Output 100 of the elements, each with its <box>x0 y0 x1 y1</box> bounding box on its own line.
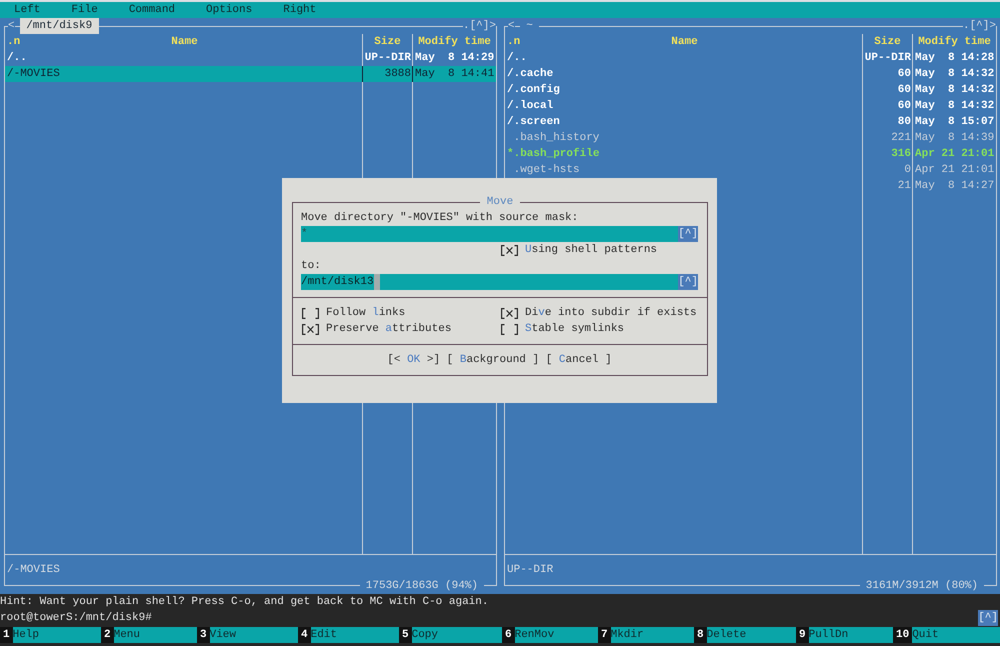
column-header[interactable]: Name <box>671 34 698 50</box>
sort-indicator[interactable]: .n <box>7 34 172 50</box>
key-number: 6 <box>502 627 515 643</box>
file-size: 0 <box>903 163 912 178</box>
file-row[interactable]: .wget-hsts 0 Apr 21 21:01 <box>505 162 996 178</box>
file-time: May 8 14:28 <box>914 51 996 66</box>
file-time: May 8 14:32 <box>914 67 996 82</box>
key-number: 9 <box>796 627 809 643</box>
history-button[interactable]: [^] <box>678 226 698 242</box>
file-name: /.. <box>506 51 528 66</box>
dialog-button[interactable]: [ Cancel ] <box>546 352 612 368</box>
file-time: May 8 14:32 <box>914 83 996 98</box>
function-key-button[interactable]: Quit <box>912 627 1000 643</box>
key-number: 3 <box>197 627 210 643</box>
key-number: 4 <box>298 627 311 643</box>
file-row[interactable]: *.bash_profile 316 Apr 21 21:01 <box>505 146 996 162</box>
file-size: 60 <box>896 99 912 114</box>
menu-item[interactable]: Left <box>14 2 40 18</box>
file-row[interactable]: /.local 60 May 8 14:32 <box>505 98 996 114</box>
column-header[interactable]: Name <box>171 34 198 50</box>
function-key-button[interactable]: Menu <box>114 627 197 643</box>
checkbox-icon[interactable] <box>501 324 518 334</box>
sort-indicator[interactable]: .n <box>507 34 672 50</box>
file-name: /.cache <box>506 67 554 82</box>
checkbox-option[interactable]: Follow links <box>301 305 500 321</box>
file-time: Apr 21 21:01 <box>914 163 996 178</box>
file-name: /.screen <box>506 115 561 130</box>
file-time: May 8 15:07 <box>914 115 996 130</box>
file-size: UP--DIR <box>364 51 412 66</box>
history-button[interactable]: [^] <box>978 610 998 626</box>
file-size: 3888 <box>384 67 412 82</box>
file-name: /.local <box>506 99 554 114</box>
file-row[interactable]: /.screen 80 May 8 15:07 <box>505 114 996 130</box>
function-key-button[interactable]: Edit <box>310 627 399 643</box>
dialog-button[interactable]: [ Background ] <box>446 352 540 368</box>
key-number: 1 <box>0 627 13 643</box>
checkbox-option[interactable]: Dive into subdir if exists <box>500 305 698 321</box>
file-time: May 8 14:27 <box>914 179 996 194</box>
function-key-button[interactable]: Delete <box>706 627 796 643</box>
file-row[interactable]: /.. UP--DIR May 8 14:28 <box>505 50 996 66</box>
file-name: .bash_history <box>512 131 600 146</box>
file-size: 80 <box>896 115 912 130</box>
column-header[interactable]: Size <box>863 34 912 50</box>
file-time: May 8 14:32 <box>914 99 996 114</box>
file-name: /-MOVIES <box>6 67 61 82</box>
cursor-icon <box>374 274 380 290</box>
file-size: UP--DIR <box>864 51 912 66</box>
file-row[interactable]: /.cache 60 May 8 14:32 <box>505 66 996 82</box>
menu-item[interactable]: Right <box>283 2 316 18</box>
key-number: 2 <box>101 627 114 643</box>
key-number: 8 <box>694 627 707 643</box>
column-header[interactable]: Modify time <box>913 34 996 50</box>
file-row[interactable]: /.config 60 May 8 14:32 <box>505 82 996 98</box>
file-size: 60 <box>896 83 912 98</box>
function-key-button[interactable]: Help <box>12 627 101 643</box>
file-size: 316 <box>890 147 912 162</box>
file-row[interactable]: /-MOVIES 3888 May 8 14:41 <box>5 66 496 82</box>
status-text: UP--DIR <box>507 564 554 576</box>
checkbox-option[interactable]: Preserve attributes <box>301 321 500 337</box>
checkbox-icon[interactable] <box>501 244 518 256</box>
panel-path: /mnt/disk9 <box>20 18 99 34</box>
status-text: /-MOVIES <box>7 564 60 576</box>
history-button[interactable]: [^] <box>678 274 698 290</box>
dialog-button[interactable]: [< OK >] <box>387 352 440 368</box>
file-name: /.config <box>506 82 561 98</box>
text-input[interactable]: * [^] <box>301 226 698 242</box>
text-input[interactable]: /mnt/disk13 [^] <box>301 274 698 290</box>
function-key-button[interactable]: Mkdir <box>610 627 694 643</box>
checkbox-option[interactable]: Stable symlinks <box>500 321 698 337</box>
file-row[interactable]: .bash_history 221 May 8 14:39 <box>505 130 996 146</box>
function-key-button[interactable]: Copy <box>412 627 502 643</box>
file-time: May 8 14:41 <box>414 67 496 82</box>
hint-text: Hint: Want your plain shell? Press C-o, and get back to MC with C-o again. <box>0 595 490 610</box>
checkbox-option[interactable]: Using shell patterns <box>500 242 698 258</box>
checkbox-icon[interactable] <box>302 324 319 334</box>
checkbox-icon[interactable] <box>302 308 319 318</box>
file-name: /.. <box>6 51 28 66</box>
menu-item[interactable]: Options <box>206 2 252 18</box>
file-row[interactable]: /.. UP--DIR May 8 14:29 <box>5 50 496 66</box>
file-row[interactable]: 21 May 8 14:27 <box>505 178 996 194</box>
field-label: to: <box>301 259 322 274</box>
file-time: May 8 14:39 <box>914 131 996 146</box>
function-key-button[interactable]: RenMov <box>514 627 598 643</box>
file-time: May 8 14:29 <box>414 51 496 66</box>
checkbox-icon[interactable] <box>501 308 518 318</box>
column-header[interactable]: Modify time <box>413 34 496 50</box>
file-size: 221 <box>890 131 912 146</box>
key-number: 5 <box>399 627 412 643</box>
command-prompt: root@towerS:/mnt/disk9# <box>0 611 152 626</box>
file-name: .wget-hsts <box>512 163 581 178</box>
column-header[interactable]: Size <box>363 34 412 50</box>
key-number: 7 <box>598 627 611 643</box>
key-number: 10 <box>893 627 912 643</box>
menu-item[interactable]: Command <box>128 2 176 18</box>
file-size: 21 <box>896 179 912 194</box>
file-name: *.bash_profile <box>506 146 600 162</box>
menu-item[interactable]: File <box>71 2 98 18</box>
field-label: Move directory "-MOVIES" with source mask: <box>301 211 580 226</box>
function-key-button[interactable]: PullDn <box>808 627 893 643</box>
file-time: Apr 21 21:01 <box>914 147 996 162</box>
